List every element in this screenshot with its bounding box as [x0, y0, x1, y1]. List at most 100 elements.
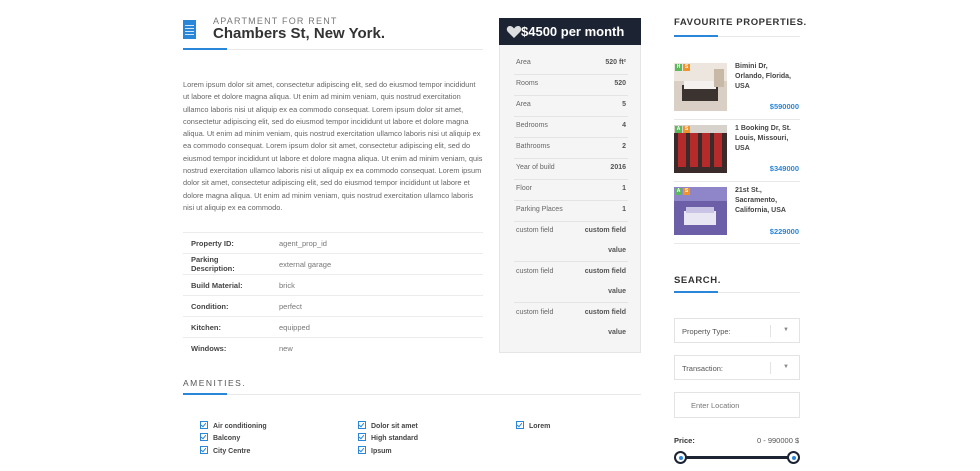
- spec-label: Rooms: [516, 80, 539, 87]
- favourites-accent: [674, 35, 718, 37]
- spec-label: Year of build: [516, 164, 555, 171]
- badge-available: A: [675, 126, 682, 133]
- price-slider-min-handle[interactable]: [674, 451, 687, 464]
- checkbox-checked-icon: [200, 446, 208, 454]
- spec-divider: [514, 95, 628, 96]
- spec-label: custom field: [516, 268, 554, 275]
- checkbox-checked-icon: [358, 421, 366, 429]
- location-field[interactable]: [674, 392, 800, 418]
- spec-row: Year of build 2016: [516, 164, 626, 171]
- favourite-divider: [674, 119, 800, 120]
- spec-label: Parking Places: [516, 206, 563, 213]
- checkbox-checked-icon: [516, 421, 524, 429]
- spec-divider: [514, 200, 628, 201]
- favourite-price: $590000: [769, 102, 799, 111]
- favourite-divider: [674, 243, 800, 244]
- amenity-item: High standard: [358, 433, 418, 442]
- table-row: Build Material: brick: [183, 274, 483, 296]
- favourites-heading: FAVOURITE PROPERTIES.: [674, 17, 807, 28]
- spec-label: Area: [516, 101, 531, 108]
- spec-label: Area: [516, 59, 531, 66]
- detail-label: Parking Description:: [183, 253, 271, 275]
- amenity-label: Balcony: [213, 435, 241, 442]
- amenity-item: Dolor sit amet: [358, 421, 418, 430]
- spec-value: 4: [622, 122, 626, 129]
- spec-row: custom field custom field: [516, 227, 626, 234]
- amenity-item: Balcony: [200, 433, 240, 442]
- favourite-address[interactable]: 21st St., Sacramento, California, USA: [735, 186, 795, 216]
- spec-value: 1: [622, 185, 626, 192]
- detail-value: new: [271, 337, 483, 358]
- spec-divider: [514, 221, 628, 222]
- spec-divider: [514, 74, 628, 75]
- detail-label: Windows:: [183, 337, 271, 358]
- table-row: Parking Description: external garage: [183, 253, 483, 275]
- badge-available: A: [675, 188, 682, 195]
- amenity-item: Lorem: [516, 421, 550, 430]
- spec-divider: [514, 179, 628, 180]
- detail-value: external garage: [271, 253, 483, 275]
- spec-row: Area 520 ft²: [516, 59, 626, 66]
- badge-hot: H: [675, 64, 682, 71]
- spec-row: Parking Places 1: [516, 206, 626, 213]
- favourite-price: $349000: [769, 164, 799, 173]
- detail-label: Condition:: [183, 295, 271, 317]
- amenity-label: Lorem: [529, 423, 551, 430]
- spec-divider: [514, 302, 628, 303]
- property-type-label: Property Type:: [682, 327, 731, 336]
- spec-row: custom field custom field: [516, 309, 626, 316]
- checkbox-checked-icon: [358, 446, 366, 454]
- spec-row: Bathrooms 2: [516, 143, 626, 150]
- spec-value: custom field: [584, 227, 626, 234]
- spec-divider: [514, 158, 628, 159]
- search-heading: SEARCH.: [674, 275, 721, 286]
- amenity-label: Ipsum: [371, 448, 392, 455]
- spec-row: Area 5: [516, 101, 626, 108]
- spec-value: custom field: [584, 309, 626, 316]
- spec-value: 5: [622, 101, 626, 108]
- select-separator: [770, 362, 771, 374]
- table-row: Property ID: agent_prop_id: [183, 232, 483, 254]
- building-icon: [183, 20, 196, 39]
- checkbox-checked-icon: [200, 421, 208, 429]
- badge-sale: S: [683, 126, 690, 133]
- badge-sale: S: [683, 188, 690, 195]
- property-description: Lorem ipsum dolor sit amet, consectetur …: [183, 80, 483, 212]
- transaction-label: Transaction:: [682, 364, 723, 373]
- spec-row: Bedrooms 4: [516, 122, 626, 129]
- amenities-heading: AMENITIES.: [183, 378, 247, 388]
- spec-row: Floor 1: [516, 185, 626, 192]
- checkbox-checked-icon: [358, 433, 366, 441]
- heart-icon[interactable]: [506, 24, 522, 40]
- price-range-value: 0 - 990000 $: [757, 436, 800, 445]
- property-type-select[interactable]: Property Type: ▼: [674, 318, 800, 343]
- spec-value: 2: [622, 143, 626, 150]
- amenity-item: City Centre: [200, 446, 250, 455]
- amenity-label: High standard: [371, 435, 419, 442]
- search-accent: [674, 291, 718, 293]
- property-specs-panel: Area 520 ft² Rooms 520 Area 5 Bedrooms 4 Bat…: [499, 45, 641, 353]
- title-accent: [183, 48, 227, 50]
- price-slider-max-handle[interactable]: [787, 451, 800, 464]
- spec-label: Bedrooms: [516, 122, 548, 129]
- spec-value: value: [608, 329, 626, 336]
- amenity-label: City Centre: [213, 448, 251, 455]
- table-row: Kitchen: equipped: [183, 316, 483, 338]
- transaction-select[interactable]: Transaction: ▼: [674, 355, 800, 380]
- spec-value: 520: [614, 80, 626, 87]
- price-label: Price:: [674, 436, 695, 445]
- spec-value: 520 ft²: [605, 59, 626, 66]
- price-slider-track[interactable]: [680, 456, 794, 459]
- amenity-item: Air conditioning: [200, 421, 267, 430]
- favourite-address[interactable]: 1 Booking Dr, St. Louis, Missouri, USA: [735, 124, 795, 154]
- badge-sale: S: [683, 64, 690, 71]
- table-row: Condition: perfect: [183, 295, 483, 317]
- title-divider: [183, 49, 483, 50]
- favourite-address[interactable]: Bimini Dr, Orlando, Florida, USA: [735, 62, 795, 92]
- location-input[interactable]: [675, 393, 799, 417]
- spec-divider: [514, 261, 628, 262]
- spec-value: 1: [622, 206, 626, 213]
- spec-label: Bathrooms: [516, 143, 550, 150]
- spec-value: 2016: [610, 164, 626, 171]
- spec-row: Rooms 520: [516, 80, 626, 87]
